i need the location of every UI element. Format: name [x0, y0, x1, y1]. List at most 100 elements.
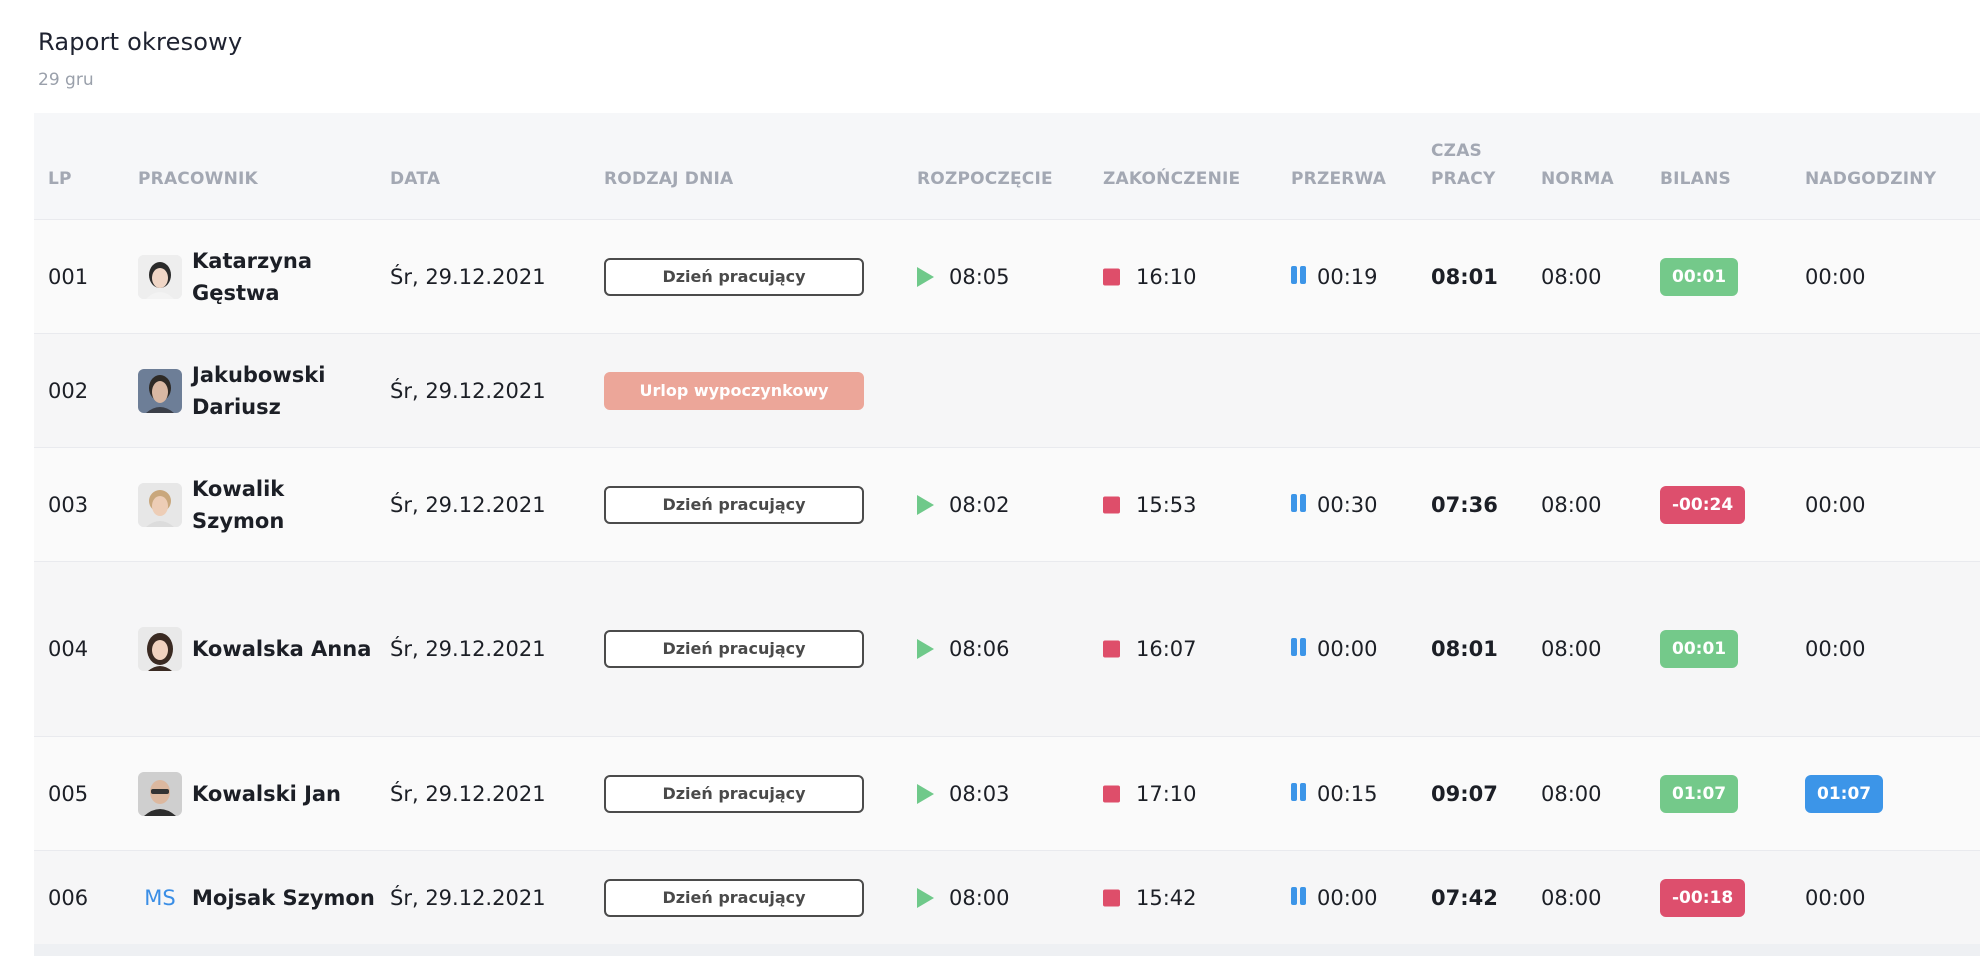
start-time: 08:02	[949, 492, 1010, 517]
col-work-time-line1: CZAS	[1431, 141, 1483, 161]
day-type-badge: Urlop wypoczynkowy	[604, 371, 864, 410]
employee-avatar	[138, 771, 182, 816]
table-row[interactable]: 003 Kowalik Szymon Śr, 29.12.2021 Dzień …	[34, 447, 1980, 561]
col-end[interactable]: ZAKOŃCZENIE	[1103, 165, 1240, 193]
col-date[interactable]: DATA	[390, 165, 440, 193]
row-date: Śr, 29.12.2021	[390, 264, 546, 289]
report-date: 29 gru	[38, 70, 94, 90]
overtime-value: 00:00	[1805, 492, 1866, 517]
work-time: 08:01	[1431, 264, 1498, 289]
table-row[interactable]: 001 Katarzyna Gęstwa Śr, 29.12.2021 Dzie…	[34, 219, 1980, 333]
table-row[interactable]: 004 Kowalska Anna Śr, 29.12.2021 Dzień p…	[34, 561, 1980, 736]
start-time: 08:03	[949, 781, 1010, 806]
employee-name[interactable]: Katarzyna Gęstwa	[192, 245, 372, 309]
end-time: 16:10	[1136, 264, 1197, 289]
col-lp[interactable]: LP	[48, 165, 72, 193]
end-time: 17:10	[1136, 781, 1197, 806]
employee-name[interactable]: Jakubowski Dariusz	[192, 359, 372, 423]
row-lp: 004	[48, 637, 89, 661]
day-type-badge: Dzień pracujący	[604, 878, 864, 917]
employee-last-name: Gęstwa	[192, 280, 280, 305]
stop-icon	[1103, 496, 1120, 513]
end-time: 15:42	[1136, 885, 1197, 910]
day-type-badge: Dzień pracujący	[604, 485, 864, 524]
play-icon	[917, 639, 934, 659]
break-time: 00:00	[1317, 885, 1378, 910]
work-time: 08:01	[1431, 637, 1498, 661]
col-start[interactable]: ROZPOCZĘCIE	[917, 165, 1053, 193]
stop-icon	[1103, 640, 1120, 658]
employee-last-name: Dariusz	[192, 394, 281, 419]
pause-icon	[1291, 886, 1307, 905]
pause-icon	[1291, 782, 1307, 801]
break-time: 00:19	[1317, 264, 1378, 289]
employee-avatar	[138, 254, 182, 299]
row-lp: 006	[48, 885, 89, 910]
overtime-badge: 01:07	[1805, 774, 1884, 813]
balance-badge: 00:01	[1660, 630, 1739, 668]
col-balance[interactable]: BILANS	[1660, 165, 1731, 193]
stop-icon	[1103, 889, 1120, 906]
play-icon	[917, 887, 934, 908]
employee-name[interactable]: Mojsak Szymon	[192, 882, 392, 914]
employee-first-name: Jakubowski	[192, 362, 326, 387]
table-row[interactable]: 006 MS Mojsak Szymon Śr, 29.12.2021 Dzie…	[34, 850, 1980, 944]
balance-badge: -00:24	[1660, 485, 1746, 524]
work-time: 09:07	[1431, 781, 1498, 806]
employee-name[interactable]: Kowalska Anna	[192, 633, 392, 665]
norm-time: 08:00	[1541, 885, 1602, 910]
table-row[interactable]: 005 Kowalski Jan Śr, 29.12.2021 Dzień pr…	[34, 736, 1980, 850]
start-time: 08:06	[949, 637, 1010, 661]
day-type-badge: Dzień pracujący	[604, 257, 864, 296]
employee-last-name: Szymon	[192, 508, 285, 533]
col-break[interactable]: PRZERWA	[1291, 165, 1386, 193]
break-time: 00:30	[1317, 492, 1378, 517]
pause-icon	[1291, 638, 1307, 656]
col-work-time[interactable]: CZAS PRACY	[1431, 137, 1496, 193]
norm-time: 08:00	[1541, 781, 1602, 806]
employee-first-name: Kowalik	[192, 476, 285, 501]
balance-badge: 01:07	[1660, 774, 1739, 813]
play-icon	[917, 783, 934, 804]
start-time: 08:05	[949, 264, 1010, 289]
employee-name[interactable]: Kowalski Jan	[192, 778, 392, 810]
stop-icon	[1103, 268, 1120, 285]
table-row[interactable]: 002 Jakubowski Dariusz Śr, 29.12.2021 Ur…	[34, 333, 1980, 447]
row-lp: 005	[48, 781, 89, 806]
overtime-value: 00:00	[1805, 264, 1866, 289]
row-lp: 002	[48, 378, 89, 403]
pause-icon	[1291, 265, 1307, 284]
pause-icon	[1291, 493, 1307, 512]
col-employee[interactable]: PRACOWNIK	[138, 165, 258, 193]
start-time: 08:00	[949, 885, 1010, 910]
report-table: LP PRACOWNIK DATA RODZAJ DNIA ROZPOCZĘCI…	[34, 113, 1980, 944]
balance-badge: -00:18	[1660, 878, 1746, 917]
col-work-time-line2: PRACY	[1431, 169, 1496, 189]
play-icon	[917, 266, 934, 287]
row-date: Śr, 29.12.2021	[390, 492, 546, 517]
break-time: 00:15	[1317, 781, 1378, 806]
row-date: Śr, 29.12.2021	[390, 781, 546, 806]
row-date: Śr, 29.12.2021	[390, 378, 546, 403]
work-time: 07:42	[1431, 885, 1498, 910]
overtime-value: 00:00	[1805, 637, 1866, 661]
row-lp: 001	[48, 264, 89, 289]
report-header: Raport okresowy 29 gru	[38, 28, 242, 90]
row-date: Śr, 29.12.2021	[390, 637, 546, 661]
work-time: 07:36	[1431, 492, 1498, 517]
col-overtime[interactable]: NADGODZINY	[1805, 165, 1936, 193]
col-day-type[interactable]: RODZAJ DNIA	[604, 165, 733, 193]
balance-badge: 00:01	[1660, 257, 1739, 296]
overtime-value: 00:00	[1805, 885, 1866, 910]
employee-name[interactable]: Kowalik Szymon	[192, 473, 372, 537]
norm-time: 08:00	[1541, 264, 1602, 289]
employee-initials-avatar: MS	[144, 885, 176, 910]
col-norm[interactable]: NORMA	[1541, 165, 1614, 193]
table-header: LP PRACOWNIK DATA RODZAJ DNIA ROZPOCZĘCI…	[34, 113, 1980, 219]
employee-avatar	[138, 368, 182, 413]
employee-avatar	[138, 482, 182, 527]
employee-avatar	[138, 627, 182, 671]
employee-first-name: Katarzyna	[192, 248, 313, 273]
row-date: Śr, 29.12.2021	[390, 885, 546, 910]
norm-time: 08:00	[1541, 637, 1602, 661]
